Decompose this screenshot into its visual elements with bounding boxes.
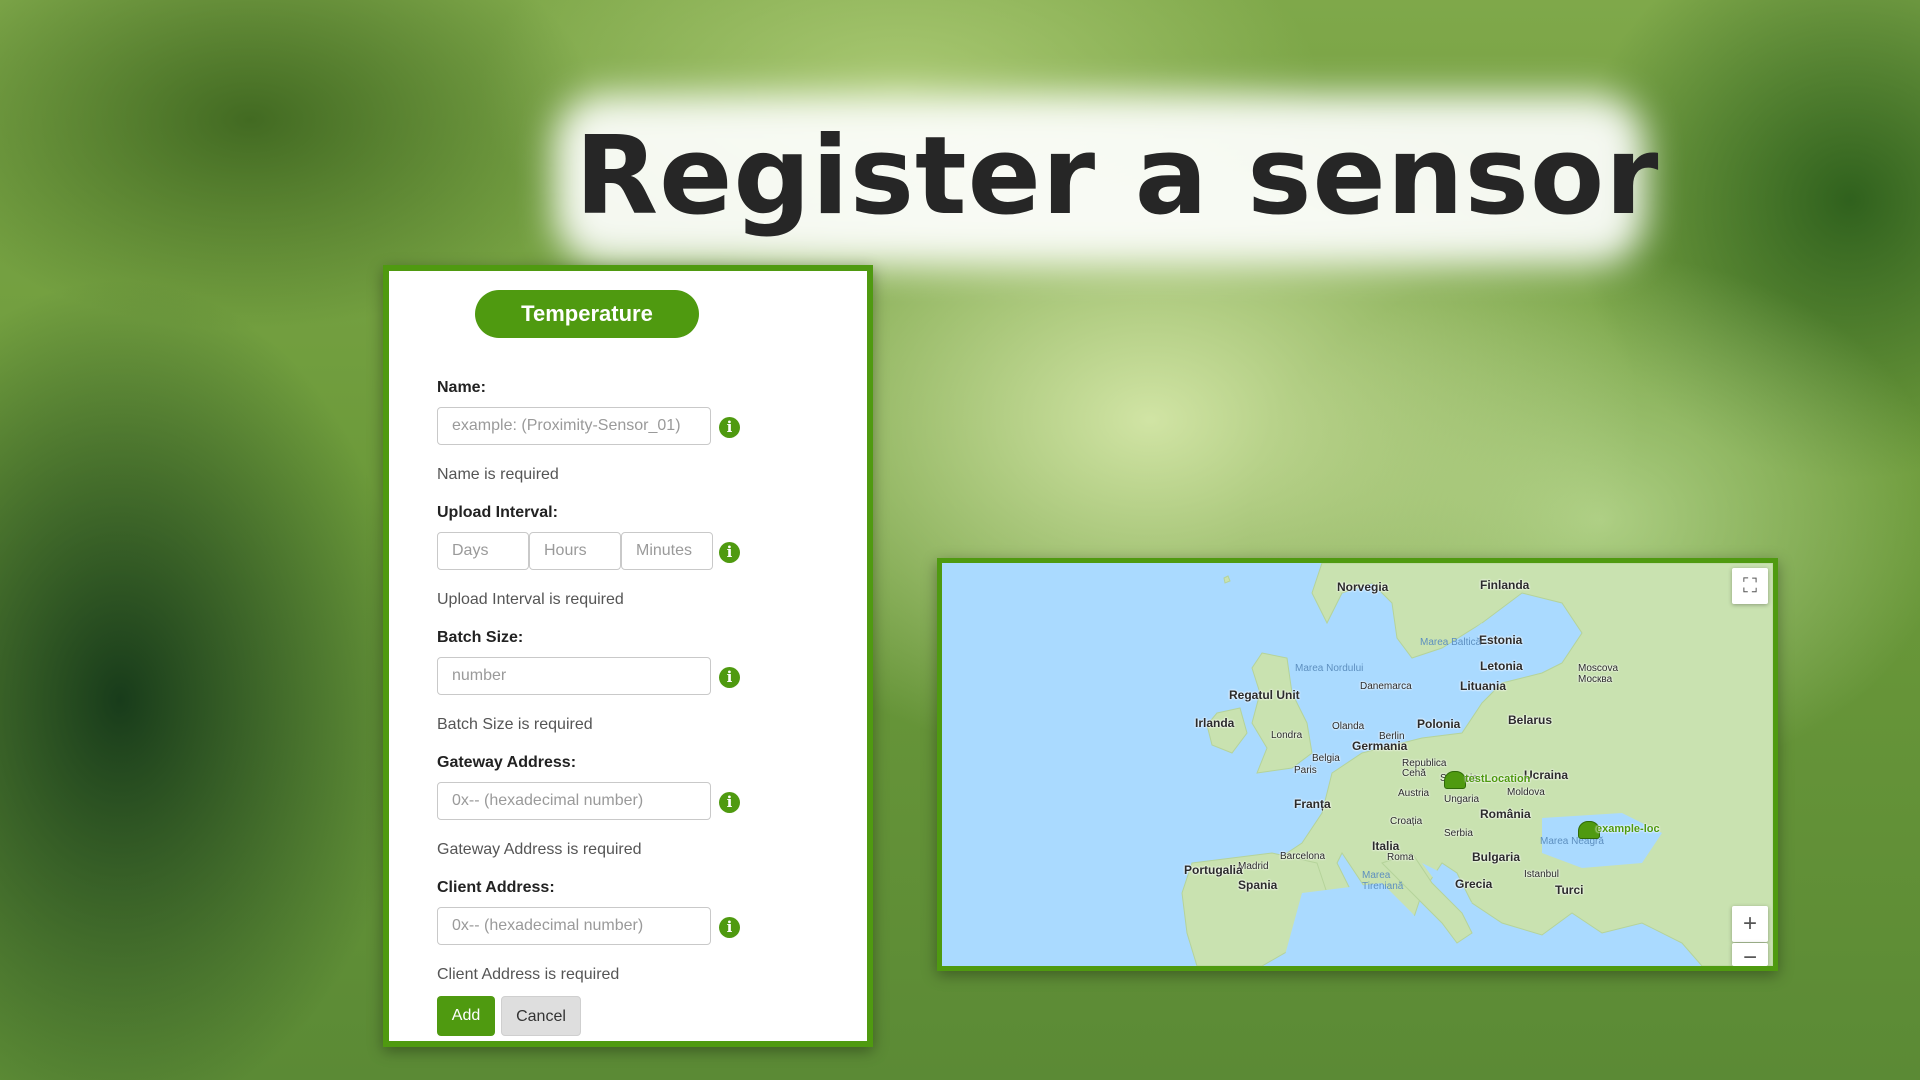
- client-address-error: Client Address is required: [437, 966, 620, 983]
- map-label-letonia: Letonia: [1480, 659, 1523, 673]
- cancel-button[interactable]: Cancel: [501, 996, 581, 1036]
- batch-size-error: Batch Size is required: [437, 716, 593, 733]
- name-error: Name is required: [437, 466, 559, 483]
- fullscreen-icon[interactable]: ⛶: [1732, 568, 1768, 604]
- map-label-belgia: Belgia: [1312, 753, 1340, 764]
- map-label-olanda: Olanda: [1332, 721, 1365, 732]
- client-address-input[interactable]: [437, 907, 711, 945]
- name-label: Name:: [437, 379, 486, 396]
- map-label-ungaria: Ungaria: [1444, 794, 1480, 805]
- map-label-moscova: Moscova Москва: [1578, 663, 1619, 685]
- map-label-istanbul: Istanbul: [1524, 869, 1560, 880]
- name-input[interactable]: [437, 407, 711, 445]
- map-label-estonia: Estonia: [1479, 633, 1523, 647]
- client-address-info-icon[interactable]: i: [719, 917, 740, 938]
- map-label-irlanda: Irlanda: [1195, 716, 1235, 730]
- map-label-spania: Spania: [1238, 878, 1278, 892]
- map-label-norvegia: Norvegia: [1337, 580, 1389, 594]
- client-address-label: Client Address:: [437, 879, 555, 896]
- location-map[interactable]: Norvegia Finlanda Estonia Marea Baltică …: [937, 558, 1778, 971]
- sensor-type-badge[interactable]: Temperature: [475, 290, 699, 338]
- map-label-danemarca: Danemarca: [1360, 681, 1412, 692]
- batch-size-input[interactable]: [437, 657, 711, 695]
- map-label-belarus: Belarus: [1508, 713, 1553, 727]
- map-label-finlanda: Finlanda: [1480, 578, 1530, 592]
- map-label-marea-tireniana: Marea Tireniană: [1362, 870, 1404, 892]
- map-label-franta: Franța: [1294, 797, 1331, 811]
- map-label-italia: Italia: [1372, 839, 1400, 853]
- map-label-londra: Londra: [1271, 730, 1303, 741]
- map-land-shapes: [1181, 563, 1773, 966]
- upload-interval-error: Upload Interval is required: [437, 591, 624, 608]
- map-label-paris: Paris: [1294, 765, 1317, 776]
- map-label-grecia: Grecia: [1455, 877, 1493, 891]
- map-label-roma: Roma: [1387, 852, 1414, 863]
- days-input[interactable]: [437, 532, 529, 570]
- map-label-polonia: Polonia: [1417, 717, 1461, 731]
- minutes-input[interactable]: [621, 532, 713, 570]
- add-button[interactable]: Add: [437, 996, 495, 1036]
- hours-input[interactable]: [529, 532, 621, 570]
- upload-interval-info-icon[interactable]: i: [719, 542, 740, 563]
- gateway-address-input[interactable]: [437, 782, 711, 820]
- gateway-address-info-icon[interactable]: i: [719, 792, 740, 813]
- map-label-regatul-unit: Regatul Unit: [1229, 688, 1300, 702]
- marker-label-example-location: example-loc: [1596, 823, 1660, 835]
- batch-size-info-icon[interactable]: i: [719, 667, 740, 688]
- map-label-germania: Germania: [1352, 739, 1408, 753]
- zoom-in-button[interactable]: +: [1732, 906, 1768, 942]
- map-label-bulgaria: Bulgaria: [1472, 850, 1521, 864]
- map-marker-test-location[interactable]: [1444, 771, 1466, 789]
- gateway-address-label: Gateway Address:: [437, 754, 577, 771]
- map-label-marea-baltica: Marea Baltică: [1420, 637, 1482, 648]
- map-label-marea-nordului: Marea Nordului: [1295, 663, 1364, 674]
- marker-label-test-location: testLocation: [1465, 773, 1531, 785]
- batch-size-label: Batch Size:: [437, 629, 524, 646]
- map-label-croatia: Croația: [1390, 816, 1423, 827]
- page-title: Register a sensor: [575, 114, 1660, 239]
- map-label-moldova: Moldova: [1507, 787, 1545, 798]
- sensor-form: Temperature Name: i Name is required Upl…: [383, 265, 873, 1047]
- map-label-serbia: Serbia: [1444, 828, 1473, 839]
- zoom-out-button[interactable]: −: [1732, 943, 1768, 966]
- map-label-ucraina: Ucraina: [1524, 768, 1569, 782]
- map-label-austria: Austria: [1398, 788, 1430, 799]
- gateway-address-error: Gateway Address is required: [437, 841, 642, 858]
- map-label-portugalia: Portugalia: [1184, 863, 1243, 877]
- map-label-lituania: Lituania: [1460, 679, 1507, 693]
- upload-interval-label: Upload Interval:: [437, 504, 558, 521]
- name-info-icon[interactable]: i: [719, 417, 740, 438]
- map-label-turcia: Turci: [1555, 883, 1584, 897]
- map-label-barcelona: Barcelona: [1280, 851, 1326, 862]
- map-label-romania: România: [1480, 807, 1531, 821]
